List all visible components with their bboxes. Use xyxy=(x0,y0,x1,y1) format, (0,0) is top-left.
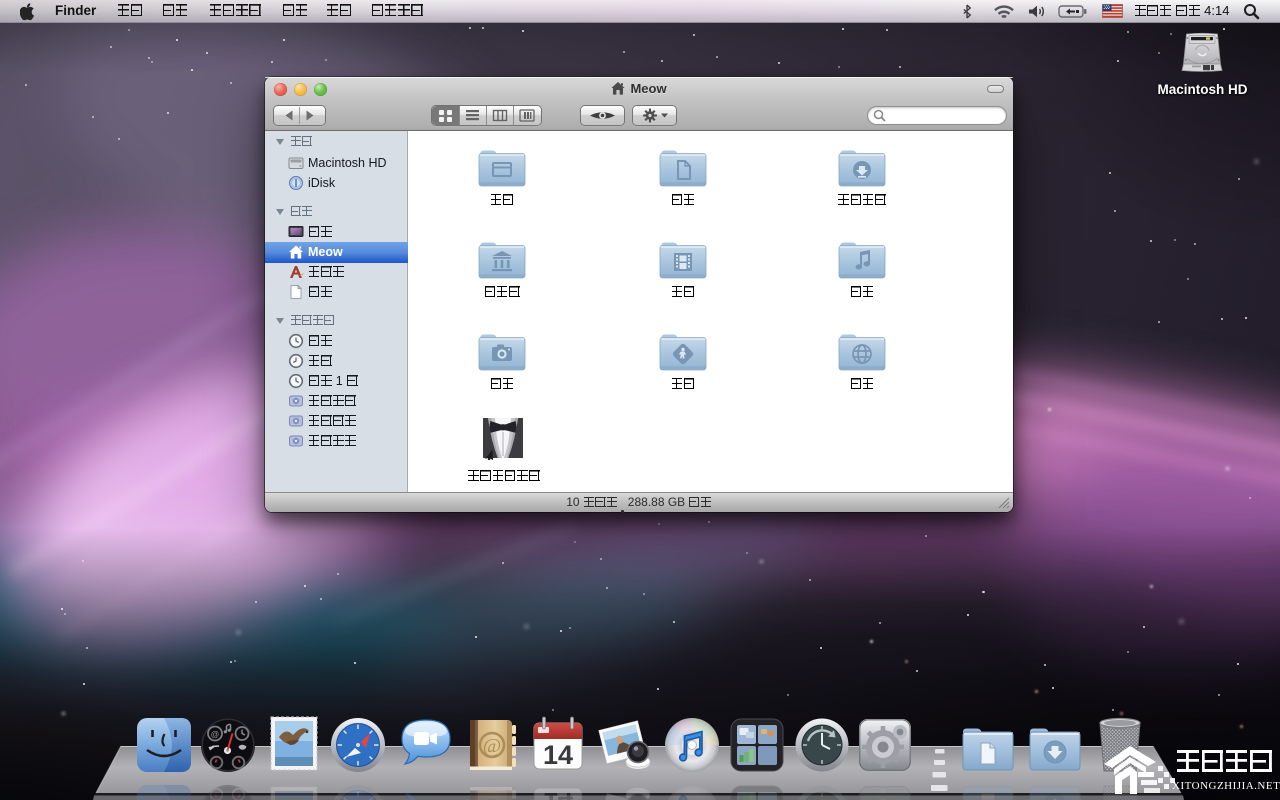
svg-text:@: @ xyxy=(483,735,501,757)
svg-text:14: 14 xyxy=(543,740,573,770)
svg-text:@: @ xyxy=(211,729,220,739)
